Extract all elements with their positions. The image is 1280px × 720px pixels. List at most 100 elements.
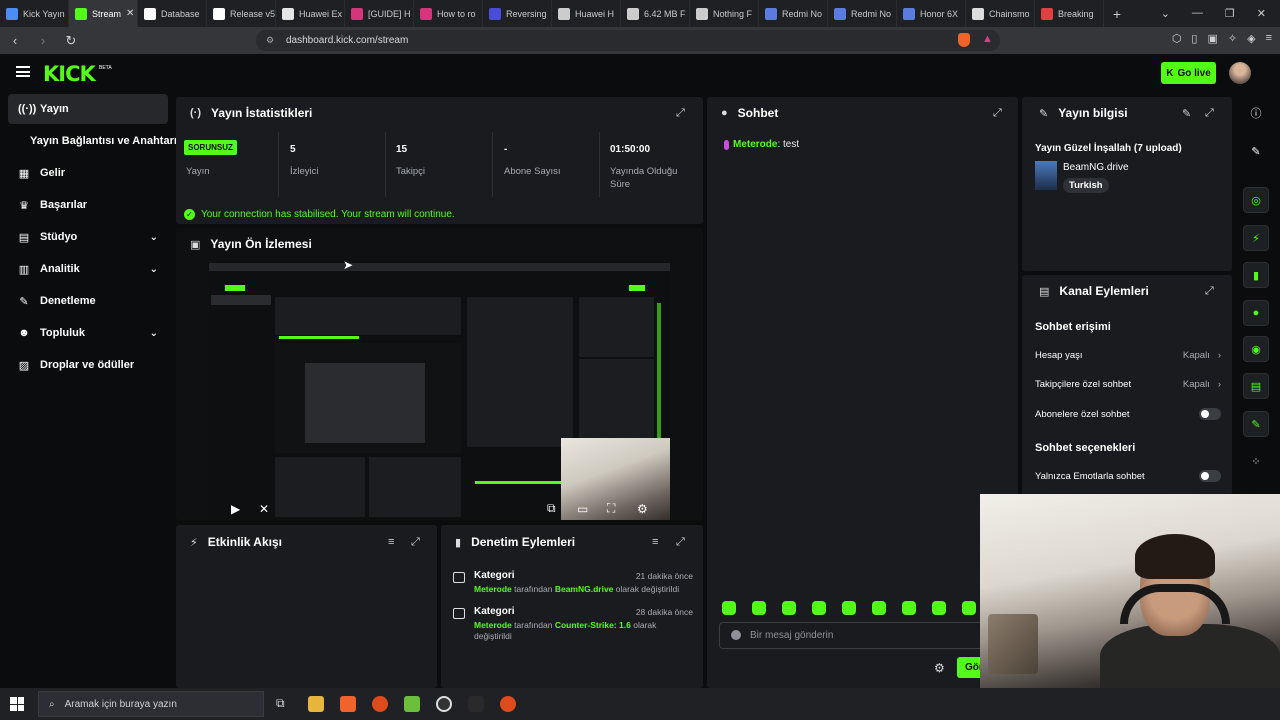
windows-start-icon[interactable]	[10, 697, 24, 711]
filter-icon[interactable]: ≡	[388, 536, 394, 548]
edit-icon[interactable]: ✎	[1182, 107, 1191, 120]
info-icon[interactable]: ⓘ	[1243, 100, 1269, 126]
forward-icon[interactable]: ›	[36, 33, 50, 48]
browser-tab[interactable]: Kick Yayın	[0, 0, 69, 27]
sidebar-item-studio[interactable]: ▤ Stüdyo ⌄	[8, 222, 168, 252]
new-tab-button[interactable]: +	[1104, 6, 1130, 22]
expand-icon[interactable]: ⤢	[1205, 107, 1214, 120]
go-live-button[interactable]: K Go live	[1161, 62, 1216, 84]
tab-close-icon[interactable]: ✕	[126, 8, 134, 19]
broadcast-icon[interactable]: ◉	[1243, 336, 1269, 362]
avatar[interactable]	[1229, 62, 1251, 84]
app-icon-green[interactable]	[404, 696, 420, 712]
wallet-icon[interactable]: ▣	[1207, 32, 1217, 45]
close-window-icon[interactable]: ✕	[1257, 7, 1266, 20]
browser-tab[interactable]: Nothing F	[690, 0, 759, 27]
browser-tab[interactable]: Stream ✕	[69, 0, 138, 27]
browser-tab[interactable]: 6.42 MB F	[621, 0, 690, 27]
expand-icon[interactable]: ⤢	[1205, 285, 1214, 298]
browser-tab[interactable]: Honor 6X	[897, 0, 966, 27]
sidebar-item-revenue[interactable]: ▦ Gelir	[8, 158, 168, 188]
settings-icon[interactable]: ⚙	[637, 502, 648, 516]
pip-icon[interactable]: ⧉	[547, 501, 556, 516]
browser-tab[interactable]: Redmi No	[828, 0, 897, 27]
emote-icon[interactable]	[812, 601, 826, 615]
browser-tab[interactable]: Chainsmo	[966, 0, 1035, 27]
emote-icon[interactable]	[722, 601, 736, 615]
url-field[interactable]: ⚙ dashboard.kick.com/stream	[256, 30, 1000, 51]
emote-only-toggle[interactable]	[1199, 470, 1221, 482]
clip-icon[interactable]: ◎	[1243, 187, 1269, 213]
menu-icon[interactable]: ≡	[1266, 32, 1272, 45]
subs-only-toggle[interactable]	[1199, 408, 1221, 420]
emote-icon[interactable]	[872, 601, 886, 615]
chat-settings-icon[interactable]: ⚙	[934, 661, 945, 675]
taskbar-search-input[interactable]: ⌕ Aramak için buraya yazın	[38, 691, 264, 717]
app-icon-dark[interactable]	[468, 696, 484, 712]
browser-tab[interactable]: Reversing	[483, 0, 552, 27]
tab-search-icon[interactable]: ⌄	[1161, 7, 1170, 20]
sidebar-item-stream-key[interactable]: Yayın Bağlantısı ve Anahtarı	[30, 135, 177, 147]
minimize-icon[interactable]: —	[1192, 7, 1203, 20]
leo-icon[interactable]: ✧	[1228, 32, 1237, 45]
site-info-icon[interactable]: ⚙	[266, 35, 274, 46]
emote-icon[interactable]	[902, 601, 916, 615]
setting-account-age[interactable]: Hesap yaşı Kapalı ›	[1035, 350, 1221, 361]
sidebar-item-moderation[interactable]: ✎ Denetleme	[8, 286, 168, 316]
sidebar-toggle-icon[interactable]: ▯	[1191, 32, 1197, 45]
brave-icon[interactable]	[340, 696, 356, 712]
sidebar-item-community[interactable]: ☻ Topluluk ⌄	[8, 318, 168, 348]
emote-icon[interactable]	[932, 601, 946, 615]
app-icon-orange-2[interactable]	[500, 696, 516, 712]
expand-icon[interactable]: ⤢	[993, 107, 1002, 120]
kick-logo[interactable]: KICK	[43, 62, 96, 86]
vpn-icon[interactable]: ◈	[1247, 32, 1255, 45]
lightning-icon[interactable]: ⚡	[1243, 225, 1269, 251]
restore-icon[interactable]: ❐	[1225, 7, 1235, 20]
browser-tab[interactable]: Redmi No	[759, 0, 828, 27]
sidebar-item-stream[interactable]: ((·)) Yayın	[8, 94, 168, 124]
sidebar-item-drops[interactable]: ▨ Droplar ve ödüller	[8, 350, 168, 380]
browser-tab[interactable]: Database	[138, 0, 207, 27]
setting-followers-only[interactable]: Takipçilere özel sohbet Kapalı ›	[1035, 379, 1221, 390]
browser-tab[interactable]: [GUIDE] H	[345, 0, 414, 27]
theater-icon[interactable]: ▭	[577, 502, 588, 516]
obs-icon[interactable]	[436, 696, 452, 712]
chat-input[interactable]: Bir mesaj gönderin	[719, 622, 989, 649]
expand-icon[interactable]: ⤢	[676, 536, 685, 549]
sidebar-item-analytics[interactable]: ▥ Analitik ⌄	[8, 254, 168, 284]
emote-icon[interactable]	[842, 601, 856, 615]
grid-icon[interactable]: ⁘	[1243, 448, 1269, 474]
file-explorer-icon[interactable]	[308, 696, 324, 712]
hamburger-menu-icon[interactable]	[16, 66, 30, 77]
expand-icon[interactable]: ⤢	[411, 536, 420, 549]
wrench-icon[interactable]: ✎	[1243, 411, 1269, 437]
back-icon[interactable]: ‹	[8, 33, 22, 48]
play-icon[interactable]: ▶	[231, 502, 240, 516]
sidebar-item-achievements[interactable]: ♛ Başarılar	[8, 190, 168, 220]
chat-bubble-icon[interactable]: ●	[1243, 300, 1269, 326]
chat-username[interactable]: Meterode	[733, 139, 777, 150]
browser-tab[interactable]: Huawei H	[552, 0, 621, 27]
emoji-icon[interactable]	[731, 630, 741, 640]
browser-tab[interactable]: How to ro	[414, 0, 483, 27]
edit-icon[interactable]: ✎	[1243, 138, 1269, 164]
fullscreen-icon[interactable]: ⛶	[607, 501, 615, 516]
mute-icon[interactable]: ✕	[259, 502, 269, 516]
reload-icon[interactable]: ↻	[64, 33, 78, 49]
brave-rewards-icon[interactable]: ▲	[982, 33, 993, 45]
stream-preview-video[interactable]: ▶ ✕ ⧉ ▭ ⛶ ⚙	[209, 263, 670, 520]
emote-icon[interactable]	[782, 601, 796, 615]
app-icon-orange[interactable]	[372, 696, 388, 712]
emote-icon[interactable]	[752, 601, 766, 615]
filter-icon[interactable]: ≡	[652, 536, 658, 548]
emote-icon[interactable]	[962, 601, 976, 615]
brave-shield-icon[interactable]	[958, 33, 970, 47]
browser-tab[interactable]: Release v5	[207, 0, 276, 27]
game-name[interactable]: BeamNG.drive	[1063, 162, 1129, 173]
expand-icon[interactable]: ⤢	[676, 107, 685, 120]
document-icon[interactable]: ▮	[1243, 262, 1269, 288]
extensions-icon[interactable]: ⬡	[1172, 32, 1182, 45]
browser-tab[interactable]: Breaking	[1035, 0, 1104, 27]
browser-tab[interactable]: Huawei Ex	[276, 0, 345, 27]
